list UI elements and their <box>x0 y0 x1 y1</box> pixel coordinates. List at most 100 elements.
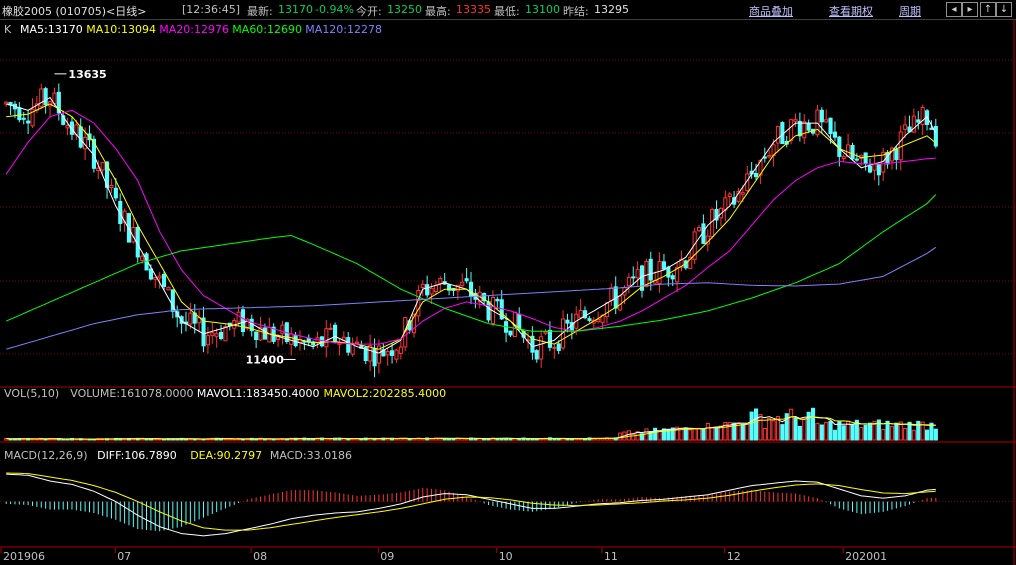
volume-bar <box>701 428 706 441</box>
candle-up <box>166 286 171 291</box>
candle-up <box>644 261 649 288</box>
candle-up <box>210 332 215 337</box>
volume-bar <box>758 414 763 441</box>
volume-bar <box>933 428 938 441</box>
volume-bar <box>407 438 412 441</box>
candle-up <box>552 346 557 349</box>
volume-bar <box>789 408 794 441</box>
candle-down <box>828 117 833 134</box>
overlay-commodity-link[interactable]: 商品叠加 <box>749 3 793 19</box>
candle-down <box>425 284 430 296</box>
candle-up <box>815 109 820 136</box>
candle-up <box>205 335 210 346</box>
candle-down <box>333 324 338 342</box>
candle-down <box>648 258 653 281</box>
candle-up <box>793 119 798 122</box>
volume-bar <box>223 438 228 441</box>
volume-bar <box>8 438 13 441</box>
volume-bars <box>4 407 938 441</box>
volume-bar <box>911 429 916 441</box>
zoom-out-icon[interactable]: ↓ <box>996 2 1012 17</box>
volume-bar <box>894 422 899 441</box>
volume-bar <box>697 427 702 441</box>
view-options-link[interactable]: 查看期权 <box>829 3 873 19</box>
quote-time: [12:36:45] <box>182 3 240 16</box>
candle-down <box>372 347 377 367</box>
x-axis-tick-label: 201906 <box>3 550 45 563</box>
volume-bar <box>705 423 710 441</box>
candle-down <box>894 148 899 161</box>
candle-down <box>201 317 206 347</box>
volume-bar <box>793 417 798 441</box>
candle-down <box>293 335 298 347</box>
open-label: 今开: <box>356 5 382 18</box>
candle-down <box>162 273 167 287</box>
candle-up <box>824 119 829 123</box>
volume-bar <box>350 438 355 441</box>
volume-bar <box>811 407 816 441</box>
volume-bar <box>626 430 631 441</box>
price-legend: K MA5:13170 MA10:13094 MA20:12976 MA60:12690… <box>4 23 382 36</box>
legend-item: VOL(5,10) <box>4 387 59 400</box>
volume-bar <box>903 428 908 441</box>
candle-up <box>789 119 794 142</box>
candle-up <box>355 341 360 344</box>
candle-up <box>214 333 219 337</box>
candle-up <box>438 278 443 284</box>
kline-chart[interactable]: K MA5:13170 MA10:13094 MA20:12976 MA60:12690… <box>0 20 1016 565</box>
volume-bar <box>394 438 399 441</box>
legend-item: DIFF:106.7890 <box>97 449 177 462</box>
volume-bar <box>885 420 890 441</box>
latest-value: 13170 <box>278 3 313 16</box>
volume-bar <box>771 420 776 441</box>
volume-bar <box>749 411 754 441</box>
prev-settle-label: 昨结: <box>563 5 589 18</box>
x-axis-tick-label: 08 <box>253 550 267 563</box>
candle-down <box>254 331 259 340</box>
candle-up <box>609 287 614 301</box>
legend-item: MA120:12278 <box>305 23 382 36</box>
quote-header-bar: 橡胶2005 (010705)<日线> [12:36:45] 最新: 13170… <box>0 0 1016 20</box>
candle-up <box>460 281 465 287</box>
volume-bar <box>508 438 513 441</box>
volume-bar <box>881 429 886 441</box>
volume-legend: VOL(5,10) VOLUME:161078.0000 MAVOL1:183450… <box>4 387 446 400</box>
arrow-left-icon[interactable]: ◂ <box>946 2 962 17</box>
x-axis-tick-label: 10 <box>499 550 513 563</box>
low-annotation-label: 11400 <box>246 353 285 366</box>
legend-item: MACD(12,26,9) <box>4 449 88 462</box>
x-axis: 201906 07 08 09 10 11 12 202001 <box>0 548 887 563</box>
legend-item: MAVOL2:202285.4000 <box>324 387 447 400</box>
candle-up <box>385 351 390 356</box>
candle-down <box>631 276 636 279</box>
volume-bar <box>889 425 895 441</box>
open-value: 13250 <box>387 3 422 16</box>
candlesticks <box>4 83 938 378</box>
arrow-right-icon[interactable]: ▸ <box>962 2 978 17</box>
x-axis-tick-label: 09 <box>380 550 394 563</box>
volume-bar <box>819 424 824 441</box>
candle-down <box>390 350 395 356</box>
zoom-in-icon[interactable]: ↑ <box>980 2 996 17</box>
volume-bar <box>850 423 855 441</box>
period-link[interactable]: 周期 <box>899 3 921 19</box>
volume-bar <box>30 438 35 441</box>
volume-bar <box>61 439 66 441</box>
candle-down <box>148 268 153 280</box>
legend-item: MA5:13170 <box>20 23 83 36</box>
candle-up <box>710 209 715 238</box>
candle-down <box>508 330 513 336</box>
legend-item: MA10:13094 <box>86 23 156 36</box>
change-percent: -0.94% <box>315 3 354 16</box>
candle-up <box>394 349 399 360</box>
candle-down <box>670 275 675 280</box>
volume-bar <box>925 429 930 441</box>
legend-item: MACD:33.0186 <box>270 449 352 462</box>
candle-up <box>767 155 772 158</box>
candle-up <box>65 125 70 129</box>
candle-up <box>398 346 403 354</box>
candle-down <box>806 123 811 131</box>
candle-down <box>78 126 83 148</box>
latest-label: 最新: <box>247 5 273 18</box>
candle-up <box>872 163 877 171</box>
